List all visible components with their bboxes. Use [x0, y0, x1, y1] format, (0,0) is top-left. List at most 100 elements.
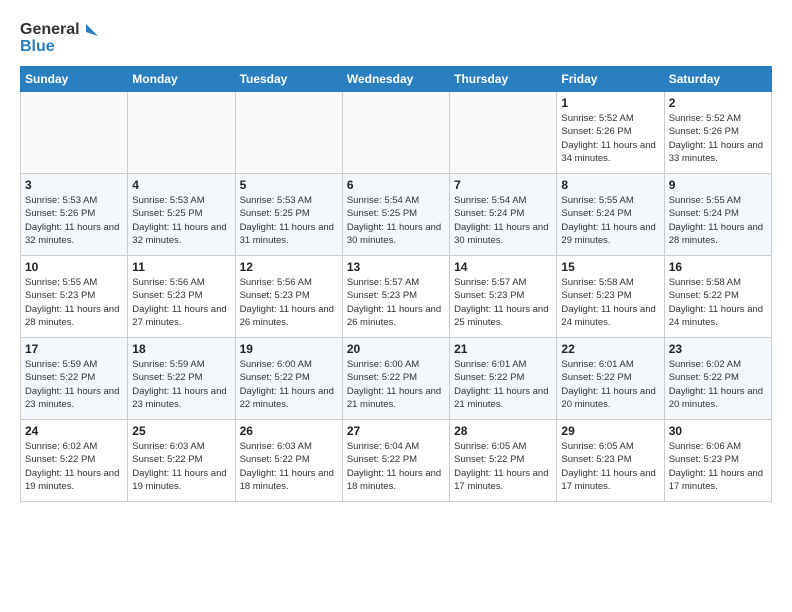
day-cell: 12Sunrise: 5:56 AM Sunset: 5:23 PM Dayli…	[235, 256, 342, 338]
day-cell	[128, 92, 235, 174]
day-number: 7	[454, 178, 552, 192]
day-number: 27	[347, 424, 445, 438]
day-number: 26	[240, 424, 338, 438]
day-cell: 10 Sunrise: 5:55 AM Sunset: 5:23 PM Dayli…	[21, 256, 128, 338]
day-number: 11	[132, 260, 230, 274]
day-cell: 20 Sunrise: 6:00 AM Sunset: 5:22 PM Dayli…	[342, 338, 449, 420]
weekday-header-monday: Monday	[128, 67, 235, 92]
day-cell: 3 Sunrise: 5:53 AM Sunset: 5:26 PM Daylig…	[21, 174, 128, 256]
day-cell: 13 Sunrise: 5:57 AM Sunset: 5:23 PM Dayli…	[342, 256, 449, 338]
header: GeneralBlue	[20, 16, 772, 56]
day-info: Sunrise: 6:02 AM Sunset: 5:22 PM Dayligh…	[25, 440, 123, 493]
logo-svg: GeneralBlue	[20, 16, 100, 56]
week-row-4: 17 Sunrise: 5:59 AM Sunset: 5:22 PM Dayli…	[21, 338, 772, 420]
day-info: Sunrise: 5:53 AM Sunset: 5:26 PM Dayligh…	[25, 194, 123, 247]
day-cell: 15 Sunrise: 5:58 AM Sunset: 5:23 PM Dayli…	[557, 256, 664, 338]
day-info: Sunrise: 5:53 AM Sunset: 5:25 PM Dayligh…	[132, 194, 230, 247]
day-cell: 6 Sunrise: 5:54 AM Sunset: 5:25 PM Daylig…	[342, 174, 449, 256]
day-info: Sunrise: 5:58 AM Sunset: 5:23 PM Dayligh…	[561, 276, 659, 329]
day-info: Sunrise: 6:00 AM Sunset: 5:22 PM Dayligh…	[347, 358, 445, 411]
day-info: Sunrise: 5:56 AM Sunset: 5:23 PM Dayligh…	[132, 276, 230, 329]
weekday-header-sunday: Sunday	[21, 67, 128, 92]
day-cell: 1 Sunrise: 5:52 AM Sunset: 5:26 PM Daylig…	[557, 92, 664, 174]
week-row-1: 1 Sunrise: 5:52 AM Sunset: 5:26 PM Daylig…	[21, 92, 772, 174]
calendar-table: SundayMondayTuesdayWednesdayThursdayFrid…	[20, 66, 772, 502]
day-cell: 30 Sunrise: 6:06 AM Sunset: 5:23 PM Dayli…	[664, 420, 771, 502]
day-info: Sunrise: 5:54 AM Sunset: 5:25 PM Dayligh…	[347, 194, 445, 247]
day-number: 17	[25, 342, 123, 356]
day-number: 5	[240, 178, 338, 192]
day-number: 20	[347, 342, 445, 356]
weekday-header-saturday: Saturday	[664, 67, 771, 92]
day-info: Sunrise: 5:57 AM Sunset: 5:23 PM Dayligh…	[347, 276, 445, 329]
day-info: Sunrise: 5:59 AM Sunset: 5:22 PM Dayligh…	[132, 358, 230, 411]
day-cell: 23 Sunrise: 6:02 AM Sunset: 5:22 PM Dayli…	[664, 338, 771, 420]
day-number: 14	[454, 260, 552, 274]
day-info: Sunrise: 5:55 AM Sunset: 5:23 PM Dayligh…	[25, 276, 123, 329]
day-number: 6	[347, 178, 445, 192]
day-info: Sunrise: 5:52 AM Sunset: 5:26 PM Dayligh…	[669, 112, 767, 165]
day-number: 28	[454, 424, 552, 438]
day-cell: 26Sunrise: 6:03 AM Sunset: 5:22 PM Dayli…	[235, 420, 342, 502]
day-info: Sunrise: 6:05 AM Sunset: 5:22 PM Dayligh…	[454, 440, 552, 493]
day-cell: 16 Sunrise: 5:58 AM Sunset: 5:22 PM Dayli…	[664, 256, 771, 338]
day-info: Sunrise: 6:06 AM Sunset: 5:23 PM Dayligh…	[669, 440, 767, 493]
day-cell: 25Sunrise: 6:03 AM Sunset: 5:22 PM Dayli…	[128, 420, 235, 502]
weekday-header-row: SundayMondayTuesdayWednesdayThursdayFrid…	[21, 67, 772, 92]
day-number: 12	[240, 260, 338, 274]
day-cell: 5 Sunrise: 5:53 AM Sunset: 5:25 PM Daylig…	[235, 174, 342, 256]
day-cell: 14 Sunrise: 5:57 AM Sunset: 5:23 PM Dayli…	[450, 256, 557, 338]
day-info: Sunrise: 6:01 AM Sunset: 5:22 PM Dayligh…	[561, 358, 659, 411]
day-cell: 22 Sunrise: 6:01 AM Sunset: 5:22 PM Dayli…	[557, 338, 664, 420]
day-cell	[450, 92, 557, 174]
day-number: 10	[25, 260, 123, 274]
day-number: 16	[669, 260, 767, 274]
weekday-header-wednesday: Wednesday	[342, 67, 449, 92]
day-number: 30	[669, 424, 767, 438]
day-info: Sunrise: 5:54 AM Sunset: 5:24 PM Dayligh…	[454, 194, 552, 247]
day-number: 19	[240, 342, 338, 356]
svg-text:Blue: Blue	[20, 38, 55, 55]
week-row-5: 24 Sunrise: 6:02 AM Sunset: 5:22 PM Dayli…	[21, 420, 772, 502]
day-cell: 29 Sunrise: 6:05 AM Sunset: 5:23 PM Dayli…	[557, 420, 664, 502]
day-info: Sunrise: 6:02 AM Sunset: 5:22 PM Dayligh…	[669, 358, 767, 411]
day-info: Sunrise: 5:57 AM Sunset: 5:23 PM Dayligh…	[454, 276, 552, 329]
weekday-header-thursday: Thursday	[450, 67, 557, 92]
day-info: Sunrise: 6:01 AM Sunset: 5:22 PM Dayligh…	[454, 358, 552, 411]
day-cell	[21, 92, 128, 174]
day-number: 15	[561, 260, 659, 274]
day-cell: 19Sunrise: 6:00 AM Sunset: 5:22 PM Dayli…	[235, 338, 342, 420]
day-cell: 28 Sunrise: 6:05 AM Sunset: 5:22 PM Dayli…	[450, 420, 557, 502]
day-info: Sunrise: 5:52 AM Sunset: 5:26 PM Dayligh…	[561, 112, 659, 165]
day-info: Sunrise: 5:58 AM Sunset: 5:22 PM Dayligh…	[669, 276, 767, 329]
day-cell: 27Sunrise: 6:04 AM Sunset: 5:22 PM Dayli…	[342, 420, 449, 502]
day-cell	[342, 92, 449, 174]
weekday-header-tuesday: Tuesday	[235, 67, 342, 92]
day-number: 18	[132, 342, 230, 356]
day-cell: 9Sunrise: 5:55 AM Sunset: 5:24 PM Daylig…	[664, 174, 771, 256]
day-info: Sunrise: 6:05 AM Sunset: 5:23 PM Dayligh…	[561, 440, 659, 493]
week-row-2: 3 Sunrise: 5:53 AM Sunset: 5:26 PM Daylig…	[21, 174, 772, 256]
day-cell	[235, 92, 342, 174]
day-number: 3	[25, 178, 123, 192]
day-cell: 8Sunrise: 5:55 AM Sunset: 5:24 PM Daylig…	[557, 174, 664, 256]
weekday-header-friday: Friday	[557, 67, 664, 92]
day-number: 23	[669, 342, 767, 356]
day-number: 2	[669, 96, 767, 110]
day-number: 1	[561, 96, 659, 110]
day-number: 13	[347, 260, 445, 274]
day-number: 22	[561, 342, 659, 356]
day-cell: 7 Sunrise: 5:54 AM Sunset: 5:24 PM Daylig…	[450, 174, 557, 256]
day-cell: 4Sunrise: 5:53 AM Sunset: 5:25 PM Daylig…	[128, 174, 235, 256]
day-cell: 2 Sunrise: 5:52 AM Sunset: 5:26 PM Daylig…	[664, 92, 771, 174]
logo: GeneralBlue	[20, 16, 100, 56]
day-number: 29	[561, 424, 659, 438]
day-cell: 24 Sunrise: 6:02 AM Sunset: 5:22 PM Dayli…	[21, 420, 128, 502]
day-number: 25	[132, 424, 230, 438]
day-number: 24	[25, 424, 123, 438]
day-info: Sunrise: 5:53 AM Sunset: 5:25 PM Dayligh…	[240, 194, 338, 247]
day-cell: 21Sunrise: 6:01 AM Sunset: 5:22 PM Dayli…	[450, 338, 557, 420]
week-row-3: 10 Sunrise: 5:55 AM Sunset: 5:23 PM Dayli…	[21, 256, 772, 338]
day-info: Sunrise: 5:59 AM Sunset: 5:22 PM Dayligh…	[25, 358, 123, 411]
day-number: 8	[561, 178, 659, 192]
